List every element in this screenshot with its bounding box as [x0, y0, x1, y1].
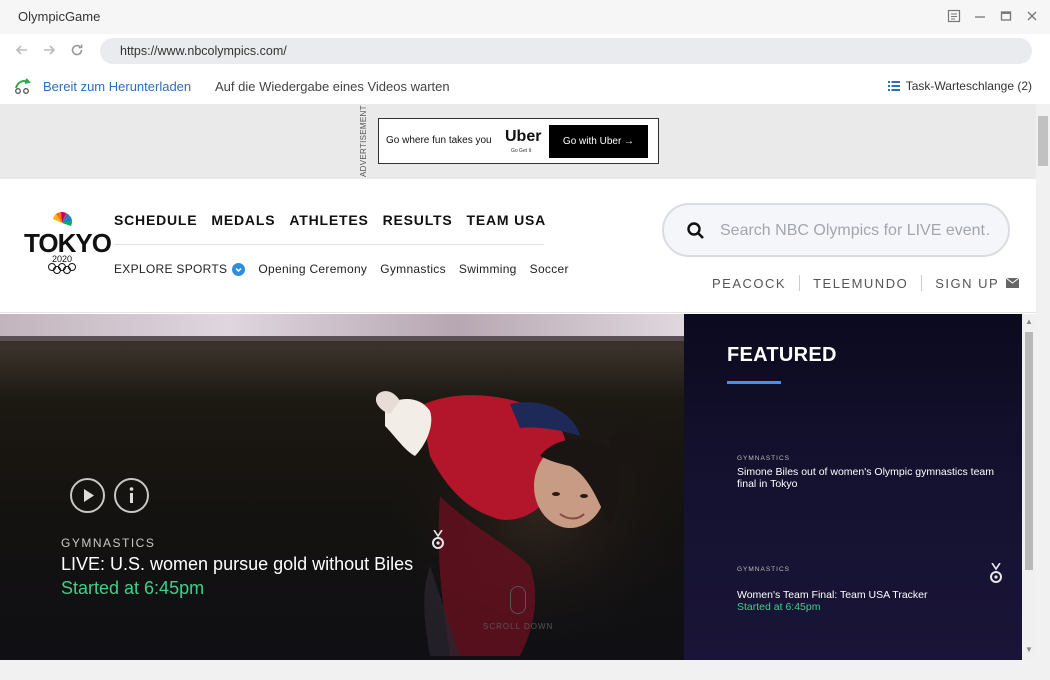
scroll-up-arrow-icon[interactable]: ▲	[1025, 318, 1033, 326]
window-titlebar: OlympicGame	[0, 0, 1050, 34]
url-field[interactable]: https://www.nbcolympics.com/	[100, 38, 1032, 64]
featured-scrollbar-thumb[interactable]	[1025, 332, 1033, 570]
minimize-icon[interactable]	[972, 9, 988, 25]
gymnast-image	[375, 376, 680, 656]
featured-item-1-headline[interactable]: Simone Biles out of women's Olympic gymn…	[737, 466, 1007, 490]
explore-sports-button[interactable]: EXPLORE SPORTS	[114, 262, 246, 276]
page-scrollbar[interactable]	[1036, 104, 1050, 660]
task-queue-label: Task-Warteschlange (2)	[905, 79, 1032, 93]
featured-item-2-time: Started at 6:45pm	[737, 601, 821, 613]
page-scrollbar-thumb[interactable]	[1038, 116, 1048, 166]
subnav-soccer[interactable]: Soccer	[530, 262, 569, 276]
medal-icon	[432, 530, 444, 549]
nav-schedule[interactable]: SCHEDULE	[114, 212, 197, 228]
featured-item-1-category: GYMNASTICS	[737, 455, 790, 462]
mail-icon	[1006, 278, 1020, 288]
featured-item-2-category: GYMNASTICS	[737, 566, 790, 573]
featured-underline	[727, 381, 781, 384]
account-nav: PEACOCK TELEMUNDO SIGN UP	[712, 275, 1020, 291]
back-arrow-icon[interactable]	[13, 42, 31, 60]
uber-logo-sub: Go Get It	[511, 148, 532, 154]
search-box	[662, 203, 1010, 257]
scroll-down-label[interactable]: SCROLL DOWN	[483, 622, 553, 631]
sub-nav: EXPLORE SPORTS Opening Ceremony Gymnasti…	[114, 262, 569, 276]
window-bottom-strip	[0, 660, 1050, 680]
olympic-rings-icon	[48, 263, 76, 274]
divider	[799, 275, 801, 291]
featured-heading: FEATURED	[727, 344, 837, 366]
subnav-gymnastics[interactable]: Gymnastics	[380, 262, 446, 276]
info-icon	[129, 487, 134, 503]
hero-top-strip	[0, 314, 684, 336]
subnav-swimming[interactable]: Swimming	[459, 262, 517, 276]
hero-title[interactable]: LIVE: U.S. women pursue gold without Bil…	[61, 554, 413, 575]
ad-tagline: Go where fun takes you	[386, 135, 492, 146]
hero-start-time: Started at 6:45pm	[61, 578, 205, 598]
nav-team-usa[interactable]: TEAM USA	[467, 212, 547, 228]
nav-results[interactable]: RESULTS	[383, 212, 453, 228]
main-nav: SCHEDULE MEDALS ATHLETES RESULTS TEAM US…	[114, 212, 546, 228]
advertisement-label: ADVERTISEMENT	[359, 105, 368, 178]
list-icon	[887, 81, 900, 91]
sign-up-link[interactable]: SIGN UP	[935, 276, 999, 291]
info-button[interactable]	[114, 478, 149, 513]
forward-arrow-icon[interactable]	[40, 42, 58, 60]
scroll-down-arrow-icon[interactable]: ▼	[1025, 646, 1033, 654]
task-queue-button[interactable]: Task-Warteschlange (2)	[887, 79, 1032, 93]
featured-panel: FEATURED GYMNASTICS Simone Biles out of …	[684, 314, 1022, 660]
medal-icon	[990, 563, 1002, 583]
search-input[interactable]	[720, 219, 992, 243]
play-button[interactable]	[70, 478, 105, 513]
maximize-icon[interactable]	[998, 9, 1014, 25]
window-title: OlympicGame	[18, 9, 101, 24]
featured-scrollbar[interactable]: ▲ ▼	[1022, 314, 1036, 660]
hero-category: GYMNASTICS	[61, 536, 156, 550]
subnav-opening-ceremony[interactable]: Opening Ceremony	[258, 262, 367, 276]
address-bar: https://www.nbcolympics.com/	[0, 34, 1050, 68]
play-icon	[84, 489, 94, 502]
hero-top-strip-shadow	[0, 336, 684, 341]
hero-section: GYMNASTICS LIVE: U.S. women pursue gold …	[0, 314, 1036, 660]
scroll-down-icon[interactable]	[510, 586, 526, 614]
uber-logo: Uber	[505, 128, 542, 145]
download-ready-icon	[12, 76, 34, 96]
go-with-uber-button[interactable]: Go with Uber →	[549, 125, 648, 158]
nav-medals[interactable]: MEDALS	[211, 212, 275, 228]
featured-item-2-headline[interactable]: Women's Team Final: Team USA Tracker	[737, 589, 1007, 601]
hero-background[interactable]: GYMNASTICS LIVE: U.S. women pursue gold …	[0, 314, 684, 660]
reload-icon[interactable]	[68, 42, 86, 60]
tokyo-2020-logo[interactable]: TOKYO 2020	[24, 209, 112, 275]
download-ready-status[interactable]: Bereit zum Herunterladen	[43, 79, 191, 94]
download-status-bar: Bereit zum Herunterladen Auf die Wiederg…	[0, 68, 1050, 104]
site-header: TOKYO 2020 SCHEDULE MEDALS ATHLETES RESU…	[0, 179, 1036, 313]
web-viewport: ADVERTISEMENT Go where fun takes you Ube…	[0, 104, 1036, 660]
chevron-down-icon	[232, 262, 246, 276]
search-icon[interactable]	[686, 221, 706, 241]
ad-zone: ADVERTISEMENT Go where fun takes you Ube…	[0, 104, 1036, 179]
uber-ad-banner[interactable]: Go where fun takes you Uber Go Get It Go…	[378, 118, 659, 164]
nav-divider	[114, 244, 544, 245]
explore-sports-label: EXPLORE SPORTS	[114, 262, 228, 276]
waiting-status: Auf die Wiedergabe eines Videos warten	[215, 79, 450, 94]
close-icon[interactable]	[1024, 9, 1040, 25]
nav-athletes[interactable]: ATHLETES	[289, 212, 368, 228]
telemundo-link[interactable]: TELEMUNDO	[813, 276, 908, 291]
reader-mode-icon[interactable]	[946, 9, 962, 25]
divider	[921, 275, 923, 291]
peacock-link[interactable]: PEACOCK	[712, 276, 786, 291]
